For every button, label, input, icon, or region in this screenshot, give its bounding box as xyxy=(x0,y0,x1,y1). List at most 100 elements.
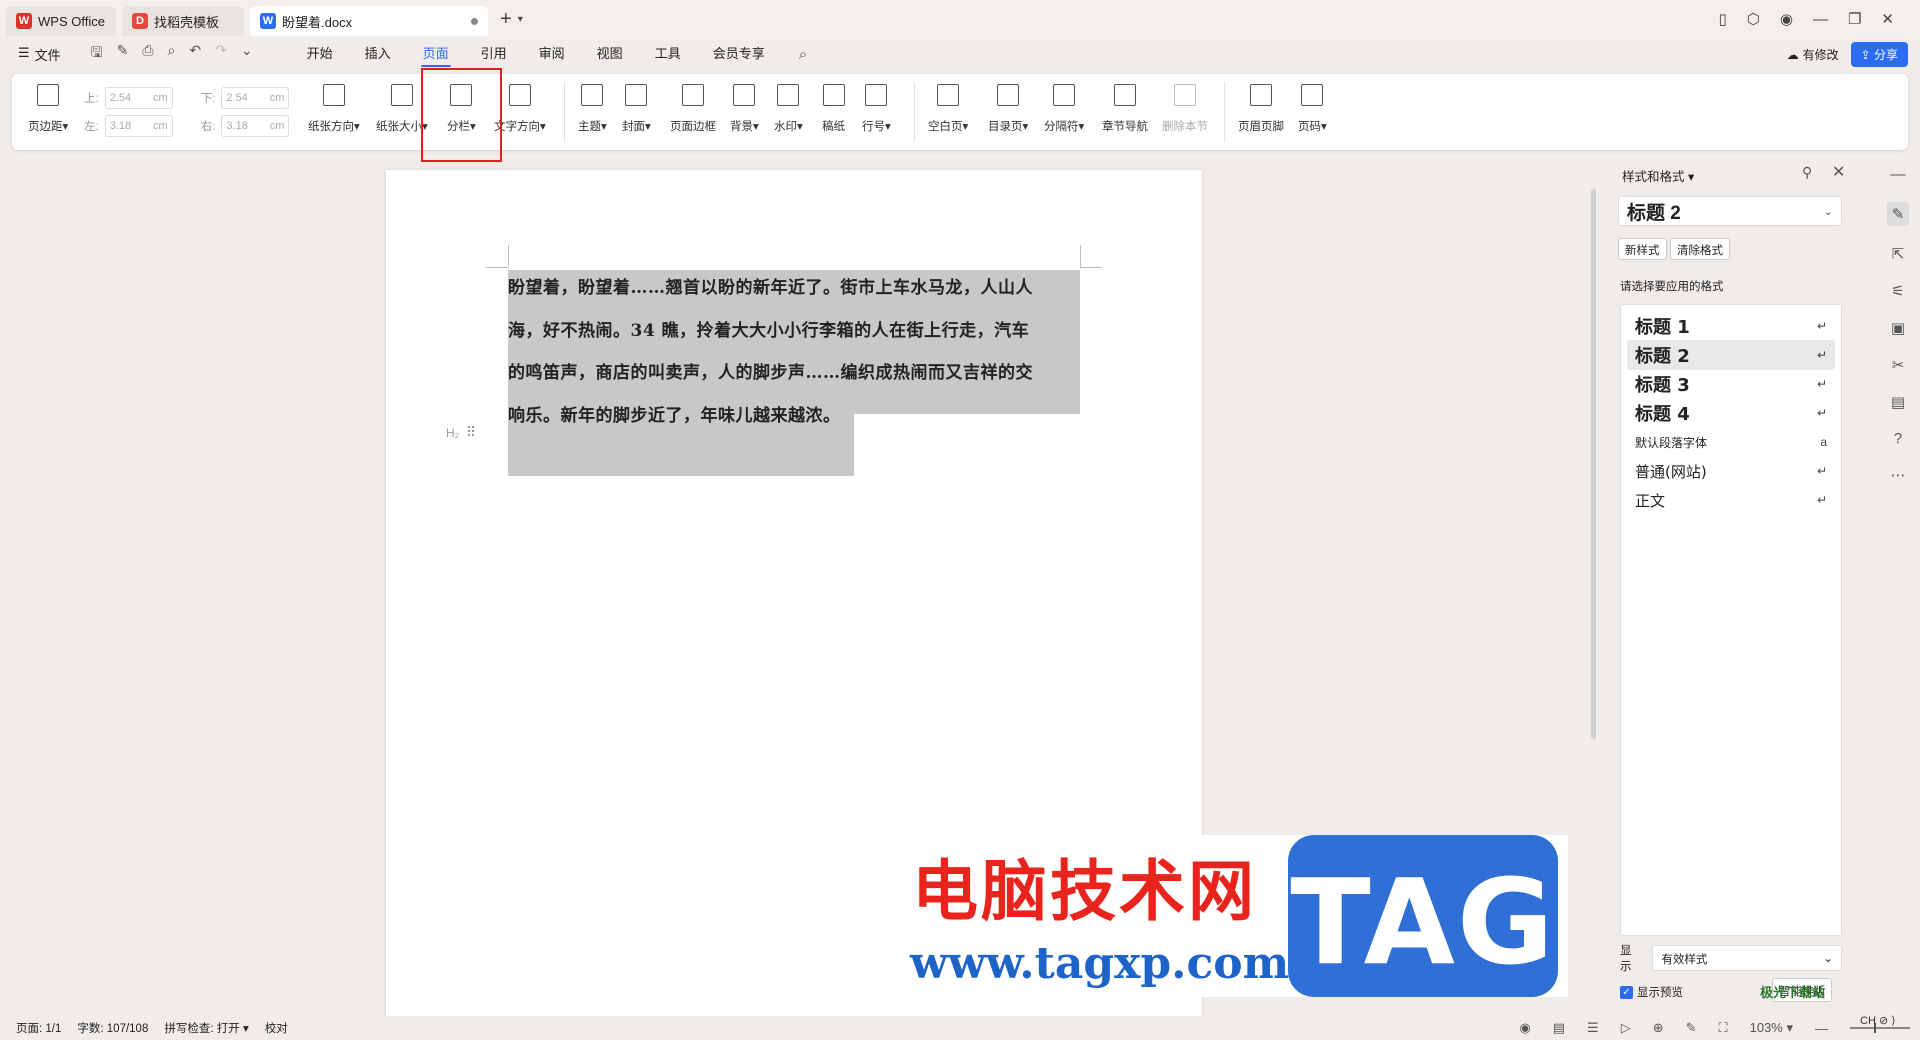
unsaved-dot-icon[interactable] xyxy=(471,17,478,25)
book-icon[interactable]: ▤ xyxy=(1891,393,1905,411)
chevron-down-icon: ⌄ xyxy=(1823,205,1833,218)
new-style-button[interactable]: 新样式 xyxy=(1618,238,1667,260)
spell-check[interactable]: 拼写检查: 打开 ▾ xyxy=(164,1020,248,1036)
crop-mark xyxy=(508,245,509,267)
style-item-body[interactable]: 正文 ↵ xyxy=(1627,485,1835,515)
tab-document[interactable]: W 盼望着.docx xyxy=(250,6,488,36)
quick-access-toolbar: 🖫 ✎ ⎙ ⌕ ↶ ↷ ⌄ xyxy=(91,42,253,66)
tab-references[interactable]: 引用 xyxy=(465,38,523,70)
tab-template[interactable]: D 找稻壳模板 xyxy=(122,6,244,36)
page-count[interactable]: 页面: 1/1 xyxy=(16,1020,61,1036)
drag-handle-icon[interactable]: ⠿ xyxy=(466,424,476,441)
web-view-icon[interactable]: ⊕ xyxy=(1653,1020,1664,1036)
search-icon[interactable]: ⌕ xyxy=(799,46,807,63)
tab-start[interactable]: 开始 xyxy=(291,38,349,70)
cover-button[interactable]: 封面▾ xyxy=(622,80,651,134)
more-icon[interactable]: ⋯ xyxy=(1891,466,1906,484)
line-number-button[interactable]: 行号▾ xyxy=(862,80,891,134)
orientation-button[interactable]: 纸张方向▾ xyxy=(308,80,360,134)
modified-status[interactable]: ☁ 有修改 xyxy=(1787,46,1839,63)
body-paragraph[interactable]: 盼望着，盼望着……翘首以盼的新年近了。街市上车水马龙，人山人 海，好不热闹。34… xyxy=(508,267,1080,437)
zoom-slider[interactable] xyxy=(1850,1023,1910,1033)
panel-title[interactable]: 样式和格式 ▾ xyxy=(1622,166,1694,185)
tab-view[interactable]: 视图 xyxy=(581,38,639,70)
page-view-icon[interactable]: ▤ xyxy=(1553,1020,1565,1036)
tab-tools[interactable]: 工具 xyxy=(639,38,697,70)
current-style-select[interactable]: 标题 2 ⌄ xyxy=(1618,196,1842,226)
style-item-normal-web[interactable]: 普通(网站) ↵ xyxy=(1627,456,1835,486)
zoom-out-icon[interactable]: — xyxy=(1815,1021,1828,1036)
eye-icon[interactable]: ◉ xyxy=(1519,1020,1530,1036)
tab-page[interactable]: 页面 xyxy=(407,38,465,70)
toc-page-button[interactable]: 目录页▾ xyxy=(988,80,1028,134)
save-icon[interactable]: 🖫 xyxy=(91,42,103,66)
blank-page-button[interactable]: 空白页▾ xyxy=(928,80,968,134)
show-value: 有效样式 xyxy=(1661,954,1708,966)
image-icon[interactable]: ▣ xyxy=(1891,319,1905,337)
heading-level-marker[interactable]: H₂ xyxy=(446,426,459,440)
page-number-button[interactable]: 页码▾ xyxy=(1298,80,1327,134)
format-painter-icon[interactable]: ✎ xyxy=(117,42,129,66)
print-icon[interactable]: ⎙ xyxy=(142,42,153,66)
collapse-icon[interactable]: — xyxy=(1891,166,1906,183)
select-icon[interactable]: ⇱ xyxy=(1892,245,1905,263)
pen-icon[interactable]: ✎ xyxy=(1686,1020,1697,1036)
proofread[interactable]: 校对 xyxy=(265,1020,288,1036)
restore-icon[interactable]: ❐ xyxy=(1848,10,1861,28)
print-preview-icon[interactable]: ⌕ xyxy=(168,42,176,66)
section-nav-button[interactable]: 章节导航 xyxy=(1102,80,1148,134)
tab-review[interactable]: 审阅 xyxy=(523,38,581,70)
close-icon[interactable]: ✕ xyxy=(1832,162,1845,182)
layout-icon[interactable]: ▯ xyxy=(1719,10,1727,28)
tab-list-chevron-icon[interactable]: ▾ xyxy=(518,14,523,25)
outline-view-icon[interactable]: ☰ xyxy=(1587,1020,1599,1036)
tools-icon[interactable]: ✂ xyxy=(1892,356,1905,374)
tab-member[interactable]: 会员专享 xyxy=(697,38,781,70)
close-icon[interactable]: ✕ xyxy=(1881,10,1894,28)
style-pen-icon[interactable]: ✎ xyxy=(1886,202,1910,226)
pin-icon[interactable]: ⚲ xyxy=(1802,164,1812,181)
bottom-margin-input[interactable]: 2.54 cm xyxy=(221,87,290,109)
more-chevron-icon[interactable]: ⌄ xyxy=(241,42,253,66)
header-footer-button[interactable]: 页眉页脚 xyxy=(1238,80,1284,134)
file-menu[interactable]: ☰ 文件 xyxy=(18,45,61,64)
zoom-level[interactable]: 103% ▾ xyxy=(1750,1020,1793,1036)
vertical-scrollbar[interactable] xyxy=(1587,155,1599,1025)
cube-icon[interactable]: ⬡ xyxy=(1747,10,1760,28)
adjust-icon[interactable]: ⚟ xyxy=(1891,282,1904,300)
manuscript-button[interactable]: 稿纸 xyxy=(822,80,845,134)
style-item-default-font[interactable]: 默认段落字体 a xyxy=(1627,427,1835,457)
play-icon[interactable]: ▷ xyxy=(1621,1020,1631,1036)
show-preview-checkbox[interactable]: ✓ 显示预览 xyxy=(1620,984,1683,1000)
avatar[interactable]: ◉ xyxy=(1780,10,1793,28)
style-item-heading1[interactable]: 标题 1 ↵ xyxy=(1627,311,1835,341)
right-margin-input[interactable]: 3.18 cm xyxy=(221,115,290,137)
page-border-button[interactable]: 页面边框 xyxy=(670,80,716,134)
show-preview-label: 显示预览 xyxy=(1637,987,1683,999)
delete-section-button[interactable]: 删除本节 xyxy=(1162,80,1208,134)
background-button[interactable]: 背景▾ xyxy=(730,80,759,134)
left-margin-input[interactable]: 3.18 cm xyxy=(104,115,173,137)
undo-icon[interactable]: ↶ xyxy=(189,42,201,66)
margins-button[interactable]: 页边距▾ xyxy=(28,80,68,134)
share-button[interactable]: ⇪ 分享 xyxy=(1850,42,1908,67)
style-item-heading4[interactable]: 标题 4 ↵ xyxy=(1627,398,1835,428)
fit-icon[interactable]: ⛶ xyxy=(1719,1020,1728,1036)
word-count[interactable]: 字数: 107/108 xyxy=(77,1020,148,1036)
minimize-icon[interactable]: — xyxy=(1813,11,1828,28)
paper-size-button[interactable]: 纸张大小▾ xyxy=(376,80,428,134)
tab-insert[interactable]: 插入 xyxy=(349,38,407,70)
top-margin-input[interactable]: 2.54 cm xyxy=(104,87,173,109)
separator-button[interactable]: 分隔符▾ xyxy=(1044,80,1084,134)
add-tab-button[interactable]: + xyxy=(500,8,512,31)
clear-format-button[interactable]: 清除格式 xyxy=(1670,238,1730,260)
style-item-heading3[interactable]: 标题 3 ↵ xyxy=(1627,369,1835,399)
scrollbar-thumb[interactable] xyxy=(1591,189,1596,739)
show-select[interactable]: 有效样式 ⌄ xyxy=(1652,945,1842,971)
watermark-button[interactable]: 水印▾ xyxy=(774,80,803,134)
tab-wps-office[interactable]: W WPS Office xyxy=(6,6,116,36)
help-icon[interactable]: ? xyxy=(1894,430,1902,447)
style-item-heading2[interactable]: 标题 2 ↵ xyxy=(1627,340,1835,370)
theme-button[interactable]: 主题▾ xyxy=(578,80,607,134)
redo-icon[interactable]: ↷ xyxy=(215,42,227,66)
